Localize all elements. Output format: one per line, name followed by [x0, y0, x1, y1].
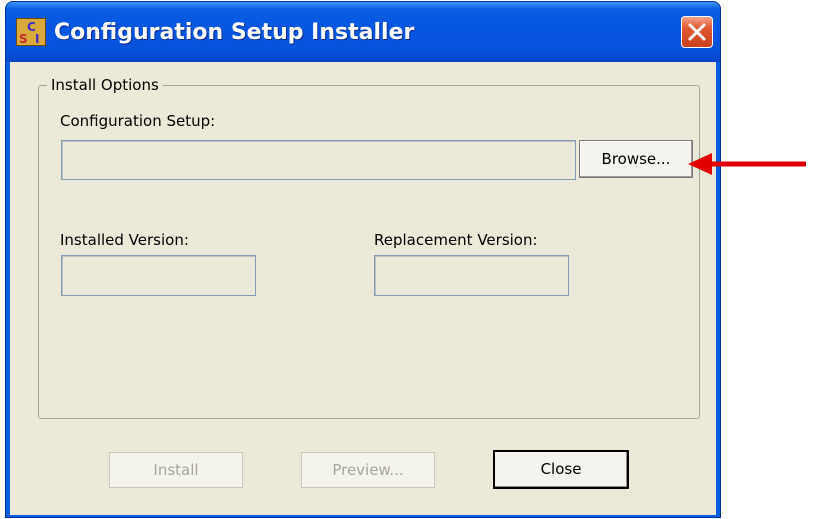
browse-button[interactable]: Browse... — [579, 140, 693, 178]
app-icon: C S I — [16, 18, 46, 46]
app-icon-letter-i: I — [35, 32, 39, 45]
close-button[interactable]: Close — [493, 450, 629, 489]
red-arrow-annotation — [688, 153, 806, 175]
installed-version-field[interactable] — [61, 255, 256, 296]
replacement-version-field[interactable] — [374, 255, 569, 296]
close-icon — [688, 23, 706, 41]
close-window-button[interactable] — [681, 16, 713, 48]
install-button[interactable]: Install — [109, 452, 243, 488]
replacement-version-label: Replacement Version: — [374, 231, 538, 249]
app-icon-letter-s: S — [19, 32, 28, 45]
install-options-legend: Install Options — [51, 76, 159, 94]
preview-button[interactable]: Preview... — [301, 452, 435, 488]
installer-window: C S I Configuration Setup Installer Inst… — [5, 1, 721, 518]
title-bar[interactable]: C S I Configuration Setup Installer — [6, 2, 720, 62]
window-title: Configuration Setup Installer — [54, 20, 415, 45]
installed-version-label: Installed Version: — [60, 231, 189, 249]
dialog-body: Install Options Configuration Setup: Bro… — [10, 62, 716, 515]
configuration-setup-field[interactable] — [61, 140, 576, 180]
configuration-setup-label: Configuration Setup: — [60, 112, 216, 130]
